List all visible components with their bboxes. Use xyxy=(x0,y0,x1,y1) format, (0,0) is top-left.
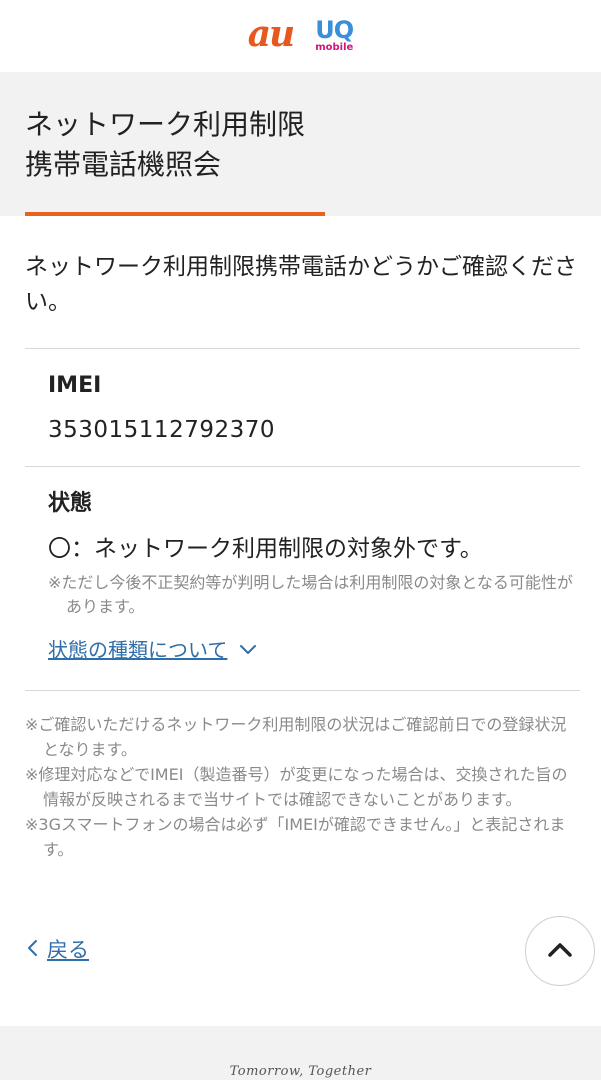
note-item: ※3Gスマートフォンの場合は必ず「IMEIが確認できません。」と表記されます。 xyxy=(25,815,566,859)
uq-mobile-logo[interactable]: UQ mobile xyxy=(315,15,354,53)
status-types-link[interactable]: 状態の種類について xyxy=(48,636,257,664)
imei-label: IMEI xyxy=(48,373,102,398)
divider xyxy=(25,348,580,349)
page-title-line-2: 携帯電話機照会 xyxy=(25,148,222,181)
back-link[interactable]: 戻る xyxy=(25,934,89,966)
imei-value: 353015112792370 xyxy=(48,417,275,443)
site-footer: Tomorrow, Together xyxy=(0,1026,601,1080)
footer-slogan: Tomorrow, Together xyxy=(229,1064,372,1079)
status-types-link-label: 状態の種類について xyxy=(48,638,228,662)
note-item: ※修理対応などでIMEI（製造番号）が変更になった場合は、交換された旨の情報が反… xyxy=(25,765,568,809)
notes-list: ※ご確認いただけるネットワーク利用制限の状況はご確認前日での登録状況となります。… xyxy=(25,712,575,862)
uq-logo-subtext: mobile xyxy=(315,41,354,53)
page-title-line-1: ネットワーク利用制限 xyxy=(25,108,306,141)
back-link-label: 戻る xyxy=(47,938,89,962)
title-band: ネットワーク利用制限 携帯電話機照会 xyxy=(0,72,601,216)
intro-text: ネットワーク利用制限携帯電話かどうかご確認ください。 xyxy=(25,254,577,315)
site-header: au UQ mobile xyxy=(0,0,601,72)
title-accent-bar xyxy=(25,212,325,216)
chevron-down-icon xyxy=(239,641,257,660)
status-result: 〇：ネットワーク利用制限の対象外です。 xyxy=(48,536,483,562)
divider xyxy=(25,690,580,691)
back-to-top-button[interactable] xyxy=(525,916,595,986)
status-note: ※ただし今後不正契約等が判明した場合は利用制限の対象となる可能性があります。 xyxy=(48,573,573,616)
divider xyxy=(25,466,580,467)
uq-logo-text: UQ xyxy=(315,15,354,44)
status-label: 状態 xyxy=(48,491,93,516)
page-title: ネットワーク利用制限 携帯電話機照会 xyxy=(25,105,305,185)
chevron-left-icon xyxy=(25,938,39,962)
au-logo[interactable]: au xyxy=(248,16,295,52)
note-item: ※ご確認いただけるネットワーク利用制限の状況はご確認前日での登録状況となります。 xyxy=(25,715,567,759)
chevron-up-icon xyxy=(547,940,573,962)
